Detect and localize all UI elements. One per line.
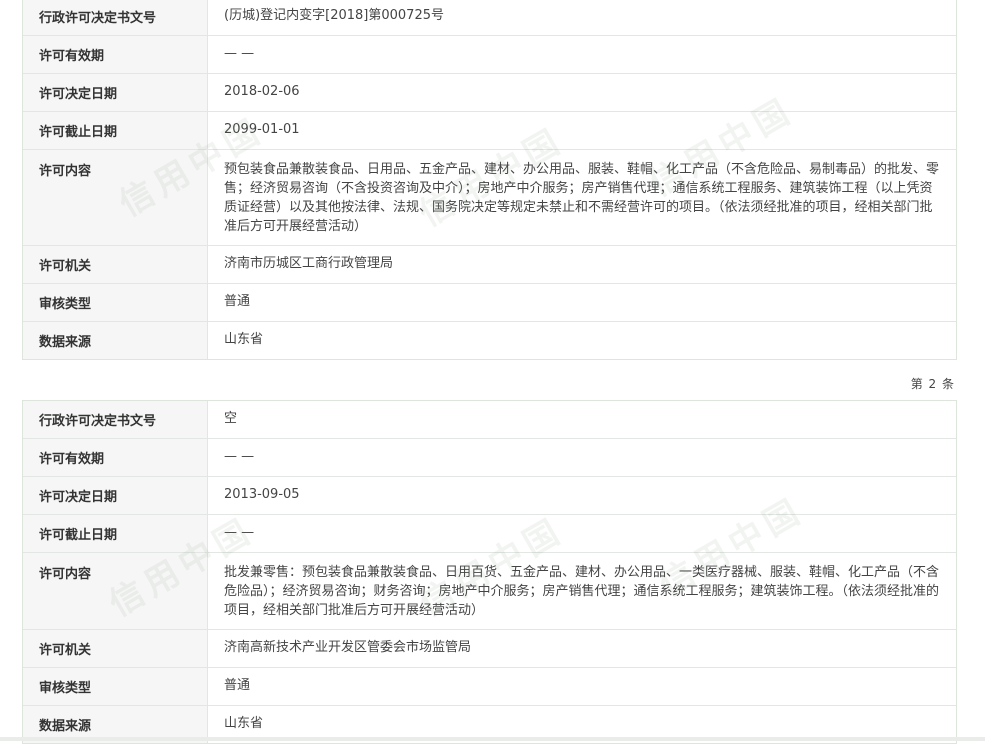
field-value: 批发兼零售：预包装食品兼散装食品、日用百货、五金产品、建材、办公用品、一类医疗器…: [224, 565, 940, 618]
row-validity: 许可有效期 — —: [23, 439, 956, 477]
row-decision-date: 许可决定日期 2018-02-06: [23, 74, 956, 112]
field-value: 2018-02-06: [224, 84, 300, 99]
permit-record-2: 行政许可决定书文号 空 许可有效期 — — 许可决定日期 2013-09-05 …: [22, 400, 957, 744]
row-review-type: 审核类型 普通: [23, 668, 956, 706]
field-label: 许可内容: [23, 553, 208, 629]
field-value: — —: [224, 525, 255, 540]
field-label: 许可机关: [23, 630, 208, 667]
field-value: 济南市历城区工商行政管理局: [224, 256, 394, 271]
row-authority: 许可机关 济南高新技术产业开发区管委会市场监管局: [23, 630, 956, 668]
row-permit-content: 许可内容 批发兼零售：预包装食品兼散装食品、日用百货、五金产品、建材、办公用品、…: [23, 553, 956, 630]
field-value: 山东省: [224, 332, 264, 347]
row-authority: 许可机关 济南市历城区工商行政管理局: [23, 246, 956, 284]
field-value: 2099-01-01: [224, 122, 300, 137]
row-expiry-date: 许可截止日期 2099-01-01: [23, 112, 956, 150]
record-index: 第 2 条: [910, 377, 955, 391]
permit-record-1: 行政许可决定书文号 (历城)登记内变字[2018]第000725号 许可有效期 …: [22, 0, 957, 360]
field-value: 预包装食品兼散装食品、日用品、五金产品、建材、办公用品、服装、鞋帽、化工产品（不…: [224, 162, 940, 234]
field-label: 许可截止日期: [23, 112, 208, 149]
field-value: 空: [224, 411, 238, 426]
field-label: 许可有效期: [23, 439, 208, 476]
field-label: 许可机关: [23, 246, 208, 283]
row-decision-number: 行政许可决定书文号 (历城)登记内变字[2018]第000725号: [23, 0, 956, 36]
field-value: 普通: [224, 678, 251, 693]
field-label: 审核类型: [23, 668, 208, 705]
field-label: 许可有效期: [23, 36, 208, 73]
field-label: 许可内容: [23, 150, 208, 245]
row-validity: 许可有效期 — —: [23, 36, 956, 74]
field-label: 许可决定日期: [23, 477, 208, 514]
row-review-type: 审核类型 普通: [23, 284, 956, 322]
field-label: 行政许可决定书文号: [23, 401, 208, 438]
field-value: (历城)登记内变字[2018]第000725号: [224, 8, 444, 23]
field-label: 许可截止日期: [23, 515, 208, 552]
field-value: — —: [224, 449, 255, 464]
row-decision-number: 行政许可决定书文号 空: [23, 401, 956, 439]
horizontal-scrollbar[interactable]: [0, 737, 985, 741]
field-label: 行政许可决定书文号: [23, 0, 208, 35]
field-value: 普通: [224, 294, 251, 309]
row-data-source: 数据来源 山东省: [23, 322, 956, 359]
field-label: 审核类型: [23, 284, 208, 321]
row-decision-date: 许可决定日期 2013-09-05: [23, 477, 956, 515]
field-label: 数据来源: [23, 322, 208, 359]
row-expiry-date: 许可截止日期 — —: [23, 515, 956, 553]
field-label: 许可决定日期: [23, 74, 208, 111]
row-permit-content: 许可内容 预包装食品兼散装食品、日用品、五金产品、建材、办公用品、服装、鞋帽、化…: [23, 150, 956, 246]
field-value: 2013-09-05: [224, 487, 300, 502]
field-value: — —: [224, 46, 255, 61]
field-value: 济南高新技术产业开发区管委会市场监管局: [224, 640, 472, 655]
